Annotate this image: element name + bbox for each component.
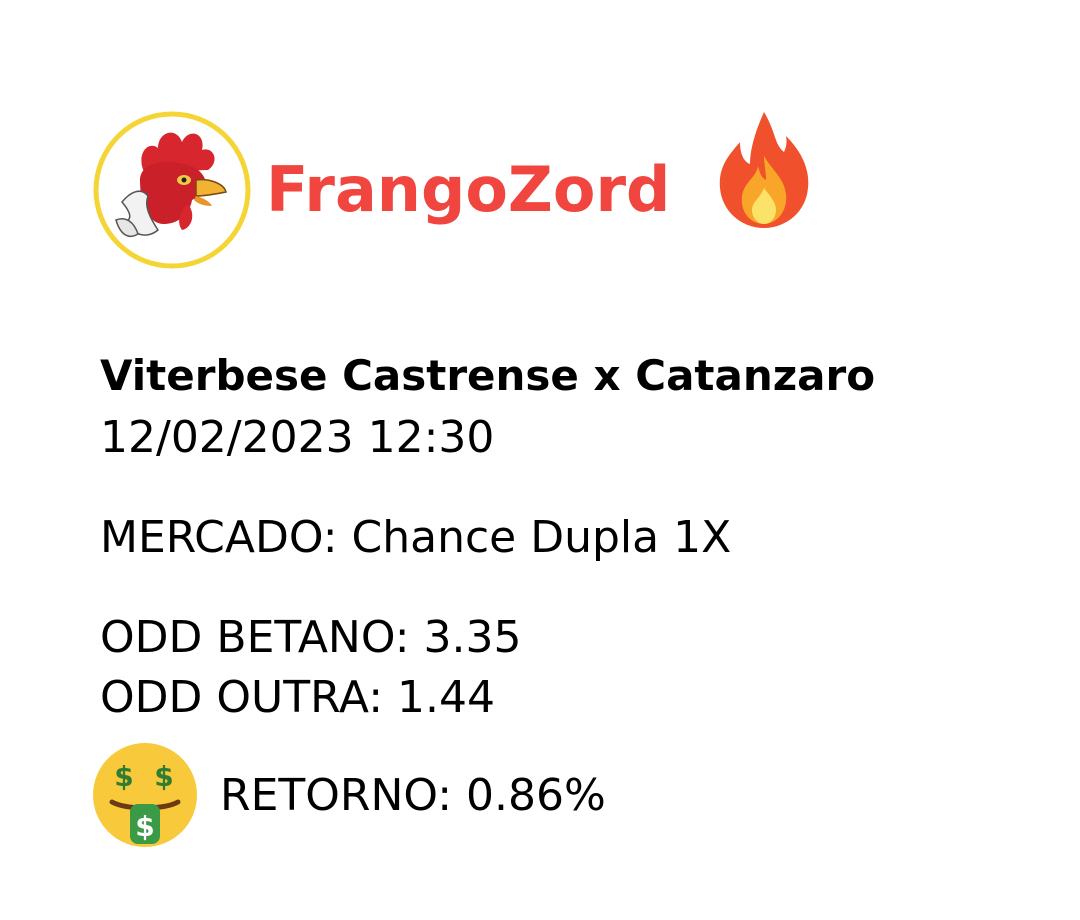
match-title: Viterbese Castrense x Catanzaro — [100, 351, 876, 400]
svg-text:$: $ — [135, 810, 154, 843]
return-text: RETORNO: 0.86% — [220, 770, 606, 821]
money-mouth-face-icon: $ $ $ — [90, 740, 200, 850]
brand-name: FrangoZord — [266, 153, 671, 226]
market-text: MERCADO: Chance Dupla 1X — [100, 512, 732, 563]
odd-outra: ODD OUTRA: 1.44 — [100, 672, 495, 723]
fire-icon — [714, 108, 814, 232]
match-datetime: 12/02/2023 12:30 — [100, 412, 495, 463]
svg-text:$: $ — [114, 760, 133, 793]
odd-betano: ODD BETANO: 3.35 — [100, 612, 522, 663]
rooster-logo-icon — [92, 110, 252, 270]
svg-text:$: $ — [154, 760, 173, 793]
